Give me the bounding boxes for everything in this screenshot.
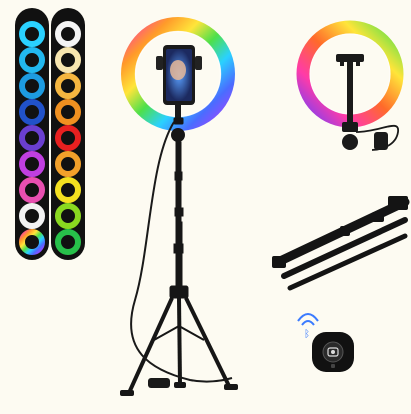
bluetooth-icon: ᛒ [304, 329, 310, 340]
product-photo: ᛒ [0, 0, 411, 414]
main-ring-light [121, 17, 235, 131]
swatch-dots-left [19, 21, 45, 255]
secondary-ring-light [296, 20, 404, 151]
bluetooth-remote: ᛒ [297, 313, 354, 372]
tripod-stand [120, 117, 238, 396]
ring-light-illustration: ᛒ [19, 17, 410, 396]
swatch-dots-right [55, 21, 81, 255]
folded-tripod [272, 196, 410, 291]
inline-controller [148, 378, 170, 388]
